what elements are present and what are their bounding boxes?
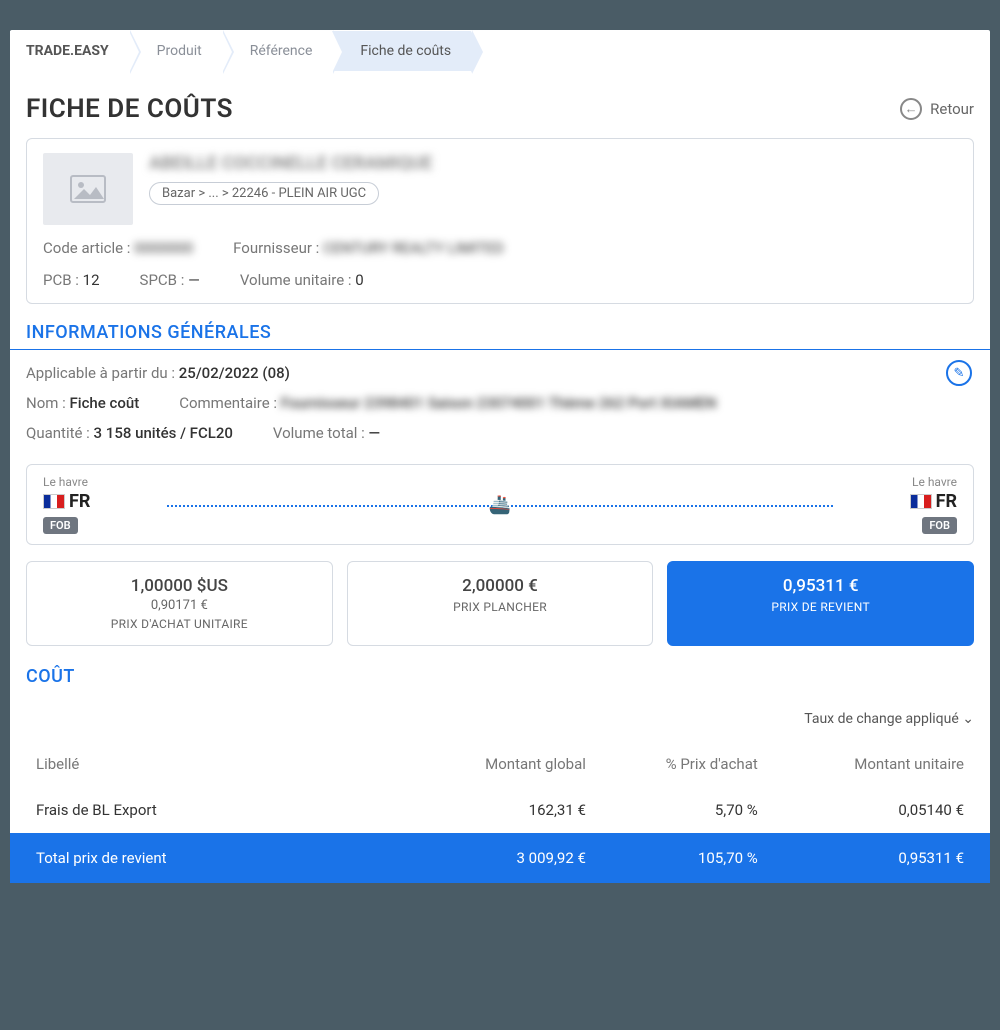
voltot-value: —: [369, 424, 381, 442]
route-box: Le havre FR FOB 🚢 Le havre FR FOB: [26, 464, 974, 545]
product-card: ABEILLE COCCINELLE CERAMIQUE Bazar > ...…: [26, 138, 974, 304]
edit-button[interactable]: ✎: [946, 360, 972, 386]
spcb-value: —: [188, 271, 200, 289]
row-label: Frais de BL Export: [36, 801, 380, 819]
code-article-value: 0000000: [134, 239, 193, 257]
total-pct: 105,70 %: [586, 849, 758, 867]
back-button[interactable]: ← Retour: [900, 98, 974, 120]
comment-label: Commentaire :: [179, 394, 277, 412]
tile1-main: 1,00000 $US: [33, 576, 326, 596]
bottom-backdrop: [0, 883, 1000, 933]
origin-country: FR: [69, 491, 90, 512]
table-row: Frais de BL Export 162,31 € 5,70 % 0,051…: [26, 787, 974, 833]
back-arrow-icon: ←: [900, 98, 922, 120]
category-badge[interactable]: Bazar > ... > 22246 - PLEIN AIR UGC: [149, 182, 379, 205]
applicable-value: 25/02/2022 (08): [179, 364, 290, 382]
code-article-label: Code article :: [43, 239, 130, 257]
comment-value: Fournisseur 2398401 Saison 23074001 Thèm…: [281, 394, 717, 412]
table-total-row: Total prix de revient 3 009,92 € 105,70 …: [10, 833, 990, 883]
tile1-sub: 0,90171 €: [33, 598, 326, 613]
tile-cost-price[interactable]: 0,95311 € PRIX DE REVIENT: [667, 561, 974, 646]
pencil-icon: ✎: [954, 366, 965, 381]
breadcrumb-root[interactable]: TRADE.EASY: [10, 31, 129, 71]
qty-value: 3 158 unités / FCL20: [94, 424, 233, 442]
spcb-label: SPCB :: [140, 271, 185, 289]
col-label: Libellé: [36, 755, 380, 773]
voltot-label: Volume total :: [273, 424, 365, 442]
name-value: Fiche coût: [70, 394, 140, 412]
applicable-label: Applicable à partir du :: [26, 364, 175, 382]
supplier-value: CENTURY REALTY LIMITED: [323, 239, 504, 257]
dest-port: Le havre FR FOB: [910, 475, 957, 534]
origin-port: Le havre FR FOB: [43, 475, 90, 534]
col-pct: % Prix d'achat: [586, 755, 758, 773]
cost-table: Libellé Montant global % Prix d'achat Mo…: [26, 741, 974, 883]
chevron-down-icon: ⌄: [962, 711, 974, 727]
ship-icon: 🚢: [489, 494, 511, 515]
row-pct: 5,70 %: [586, 801, 758, 819]
pcb-label: PCB :: [43, 271, 79, 289]
origin-incoterm: FOB: [43, 517, 78, 534]
total-label: Total prix de revient: [36, 849, 380, 867]
col-global: Montant global: [380, 755, 586, 773]
row-unit: 0,05140 €: [758, 801, 964, 819]
total-global: 3 009,92 €: [380, 849, 586, 867]
section-info-title: INFORMATIONS GÉNÉRALES: [10, 318, 990, 350]
breadcrumb-reference[interactable]: Référence: [222, 31, 333, 71]
rate-toggle-label: Taux de change appliqué: [804, 711, 959, 727]
product-title: ABEILLE COCCINELLE CERAMIQUE: [149, 153, 957, 174]
section-cost-title: COÛT: [10, 662, 990, 693]
volunit-value: 0: [355, 271, 363, 289]
origin-city: Le havre: [43, 475, 90, 489]
france-flag-icon: [43, 494, 65, 509]
pcb-value: 12: [83, 271, 100, 289]
price-tiles: 1,00000 $US 0,90171 € PRIX D'ACHAT UNITA…: [10, 545, 990, 662]
row-global: 162,31 €: [380, 801, 586, 819]
volunit-label: Volume unitaire :: [240, 271, 352, 289]
tile-purchase-price[interactable]: 1,00000 $US 0,90171 € PRIX D'ACHAT UNITA…: [26, 561, 333, 646]
breadcrumb: TRADE.EASY Produit Référence Fiche de co…: [10, 30, 990, 72]
dest-city: Le havre: [910, 475, 957, 489]
dest-country: FR: [936, 491, 957, 512]
breadcrumb-produit[interactable]: Produit: [129, 31, 222, 71]
dest-incoterm: FOB: [922, 517, 957, 534]
main-page: TRADE.EASY Produit Référence Fiche de co…: [10, 30, 990, 883]
tile-floor-price[interactable]: 2,00000 € PRIX PLANCHER: [347, 561, 654, 646]
back-label: Retour: [930, 100, 974, 118]
col-unit: Montant unitaire: [758, 755, 964, 773]
france-flag-icon: [910, 494, 932, 509]
page-title: FICHE DE COÛTS: [26, 94, 233, 124]
product-image-placeholder: [43, 153, 133, 225]
exchange-rate-toggle[interactable]: Taux de change appliqué ⌄: [26, 705, 974, 741]
name-label: Nom :: [26, 394, 66, 412]
supplier-label: Fournisseur :: [233, 239, 319, 257]
tile2-main: 2,00000 €: [354, 576, 647, 596]
tile2-cap: PRIX PLANCHER: [354, 600, 647, 614]
breadcrumb-current: Fiche de coûts: [332, 31, 471, 71]
tile3-main: 0,95311 €: [674, 576, 967, 596]
tile1-cap: PRIX D'ACHAT UNITAIRE: [33, 617, 326, 631]
tile3-cap: PRIX DE REVIENT: [674, 600, 967, 614]
qty-label: Quantité :: [26, 424, 90, 442]
total-unit: 0,95311 €: [758, 849, 964, 867]
